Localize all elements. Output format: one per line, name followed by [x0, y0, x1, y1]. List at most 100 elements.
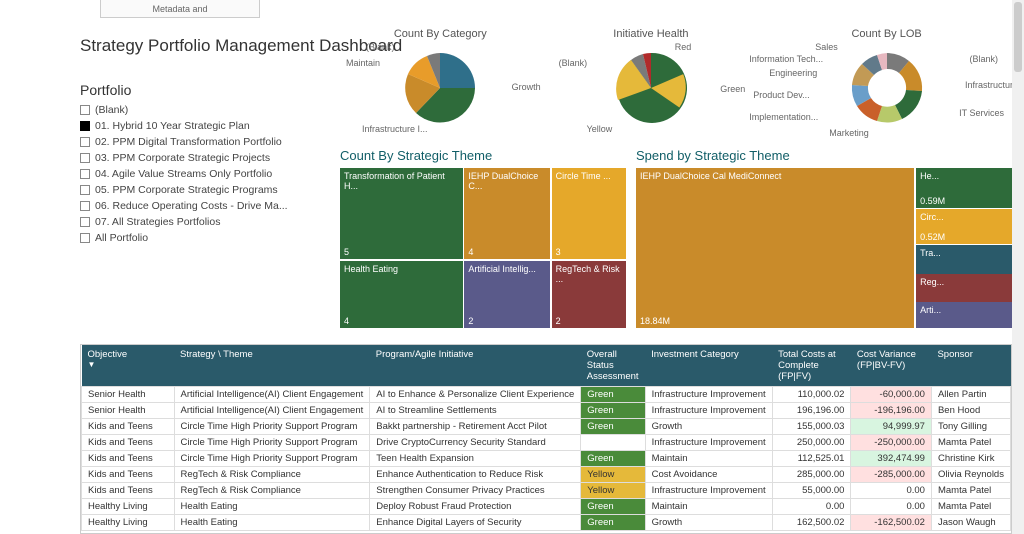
cell: Green — [581, 451, 645, 467]
checkbox-icon[interactable] — [80, 233, 90, 243]
tile-tra[interactable]: Tra... — [916, 245, 1012, 274]
col-header[interactable]: Strategy \ Theme — [174, 345, 370, 387]
label-marketing: Marketing — [829, 128, 869, 138]
checkbox-icon[interactable] — [80, 121, 90, 131]
tile-iehp-spend[interactable]: IEHP DualChoice Cal MediConnect18.84M — [636, 168, 914, 328]
col-header[interactable]: Overall Status Assessment — [581, 345, 645, 387]
pie-chart — [403, 51, 477, 125]
col-header[interactable]: Cost Variance (FP|BV-FV) — [851, 345, 932, 387]
tile-circle[interactable]: Circle Time ...3 — [552, 168, 626, 259]
chart-initiative-health[interactable]: Initiative Health Red (Blank) Green Yell… — [551, 28, 752, 143]
cell: 0.00 — [851, 499, 932, 515]
cell: 0.00 — [851, 483, 932, 499]
checkbox-icon[interactable] — [80, 137, 90, 147]
portfolio-item-0[interactable]: (Blank) — [80, 102, 330, 118]
table-row[interactable]: Kids and TeensRegTech & Risk ComplianceS… — [82, 483, 1011, 499]
tile-regtech[interactable]: RegTech & Risk ...2 — [552, 261, 626, 328]
table-row[interactable]: Senior HealthArtificial Intelligence(AI)… — [82, 403, 1011, 419]
table-row[interactable]: Healthy LivingHealth EatingDeploy Robust… — [82, 499, 1011, 515]
table-row[interactable]: Kids and TeensRegTech & Risk ComplianceE… — [82, 467, 1011, 483]
portfolio-item-2[interactable]: 02. PPM Digital Transformation Portfolio — [80, 134, 330, 150]
portfolio-item-label: 03. PPM Corporate Strategic Projects — [95, 152, 270, 164]
tile-reg[interactable]: Reg... — [916, 274, 1012, 301]
label-blank: (Blank) — [366, 42, 395, 52]
label-infrastructure: Infrastructure I... — [362, 124, 428, 134]
portfolio-item-label: 01. Hybrid 10 Year Strategic Plan — [95, 120, 250, 132]
details-table[interactable]: Objective▼Strategy \ ThemeProgram/Agile … — [80, 344, 1012, 534]
portfolio-item-label: 06. Reduce Operating Costs - Drive Ma... — [95, 200, 288, 212]
tile-health-eating[interactable]: Health Eating4 — [340, 261, 463, 328]
cell: Healthy Living — [82, 499, 175, 515]
label-proddev: Product Dev... — [753, 90, 809, 100]
tile-he[interactable]: He...0.59M — [916, 168, 1012, 208]
col-header[interactable]: Investment Category — [645, 345, 772, 387]
table-row[interactable]: Kids and TeensCircle Time High Priority … — [82, 419, 1011, 435]
cell: 94,999.97 — [851, 419, 932, 435]
portfolio-item-label: 05. PPM Corporate Strategic Programs — [95, 184, 278, 196]
tile-transformation[interactable]: Transformation of Patient H...5 — [340, 168, 463, 259]
portfolio-item-label: All Portfolio — [95, 232, 148, 244]
cell: AI to Enhance & Personalize Client Exper… — [370, 387, 581, 403]
chart-count-by-lob[interactable]: Count By LOB Sales Information Tech... — [761, 28, 1012, 143]
tile-circ[interactable]: Circ...0.52M — [916, 209, 1012, 244]
label-blank: (Blank) — [969, 54, 998, 64]
cell: 162,500.02 — [772, 515, 851, 531]
cell: Enhance Digital Layers of Security — [370, 515, 581, 531]
col-header[interactable]: Objective▼ — [82, 345, 175, 387]
checkbox-icon[interactable] — [80, 153, 90, 163]
label-red: Red — [675, 42, 692, 52]
dashboard-canvas: Metadata and Strategy Portfolio Manageme… — [0, 0, 1024, 534]
cell: Green — [581, 403, 645, 419]
checkbox-icon[interactable] — [80, 185, 90, 195]
portfolio-item-1[interactable]: 01. Hybrid 10 Year Strategic Plan — [80, 118, 330, 134]
cell: Deploy Robust Fraud Protection — [370, 499, 581, 515]
tile-arti[interactable]: Arti... — [916, 302, 1012, 328]
chart-title: Count By LOB — [761, 28, 1012, 40]
checkbox-icon[interactable] — [80, 201, 90, 211]
portfolio-slicer[interactable]: (Blank) 01. Hybrid 10 Year Strategic Plan… — [80, 102, 330, 246]
cell: 0.00 — [772, 499, 851, 515]
treemap-count-title: Count By Strategic Theme — [340, 148, 492, 163]
label-growth: Growth — [512, 82, 541, 92]
treemap-spend-by-theme[interactable]: IEHP DualChoice Cal MediConnect18.84M He… — [636, 168, 1012, 328]
portfolio-item-3[interactable]: 03. PPM Corporate Strategic Projects — [80, 150, 330, 166]
col-header[interactable]: Total Costs at Complete (FP|FV) — [772, 345, 851, 387]
cell: Mamta Patel — [931, 499, 1010, 515]
ribbon-tab-metadata[interactable]: Metadata and — [100, 0, 260, 18]
sort-desc-icon: ▼ — [88, 360, 169, 369]
cell: Ben Hood — [931, 403, 1010, 419]
cell: -196,196.00 — [851, 403, 932, 419]
cell: Infrastructure Improvement — [645, 403, 772, 419]
col-header[interactable]: Program/Agile Initiative — [370, 345, 581, 387]
checkbox-icon[interactable] — [80, 217, 90, 227]
portfolio-item-6[interactable]: 06. Reduce Operating Costs - Drive Ma... — [80, 198, 330, 214]
table-row[interactable]: Kids and TeensCircle Time High Priority … — [82, 435, 1011, 451]
cell: -285,000.00 — [851, 467, 932, 483]
checkbox-icon[interactable] — [80, 105, 90, 115]
portfolio-item-4[interactable]: 04. Agile Value Streams Only Portfolio — [80, 166, 330, 182]
tile-ai[interactable]: Artificial Intellig...2 — [464, 261, 550, 328]
table-row[interactable]: Healthy LivingHealth EatingEnhance Digit… — [82, 515, 1011, 531]
treemap-count-by-theme[interactable]: Transformation of Patient H...5 IEHP Dua… — [340, 168, 626, 328]
chart-title: Initiative Health — [551, 28, 752, 40]
chart-count-by-category[interactable]: Count By Category (Blank) Maintain Growt… — [340, 28, 541, 143]
checkbox-icon[interactable] — [80, 169, 90, 179]
label-infra: Infrastructure — [965, 80, 1018, 90]
cell: Bakkt partnership - Retirement Acct Pilo… — [370, 419, 581, 435]
portfolio-item-7[interactable]: 07. All Strategies Portfolios — [80, 214, 330, 230]
cell: Green — [581, 499, 645, 515]
cell: Maintain — [645, 499, 772, 515]
table-row[interactable]: Senior HealthArtificial Intelligence(AI)… — [82, 387, 1011, 403]
tile-iehp[interactable]: IEHP DualChoice C...4 — [464, 168, 550, 259]
portfolio-item-8[interactable]: All Portfolio — [80, 230, 330, 246]
vertical-scrollbar[interactable] — [1012, 0, 1024, 534]
portfolio-item-label: (Blank) — [95, 104, 128, 116]
portfolio-item-5[interactable]: 05. PPM Corporate Strategic Programs — [80, 182, 330, 198]
cell: Artificial Intelligence(AI) Client Engag… — [174, 387, 370, 403]
cell: Circle Time High Priority Support Progra… — [174, 419, 370, 435]
cell: Kids and Teens — [82, 451, 175, 467]
cell: Green — [581, 387, 645, 403]
cell: Mamta Patel — [931, 435, 1010, 451]
table-row[interactable]: Kids and TeensCircle Time High Priority … — [82, 451, 1011, 467]
col-header[interactable]: Sponsor — [931, 345, 1010, 387]
